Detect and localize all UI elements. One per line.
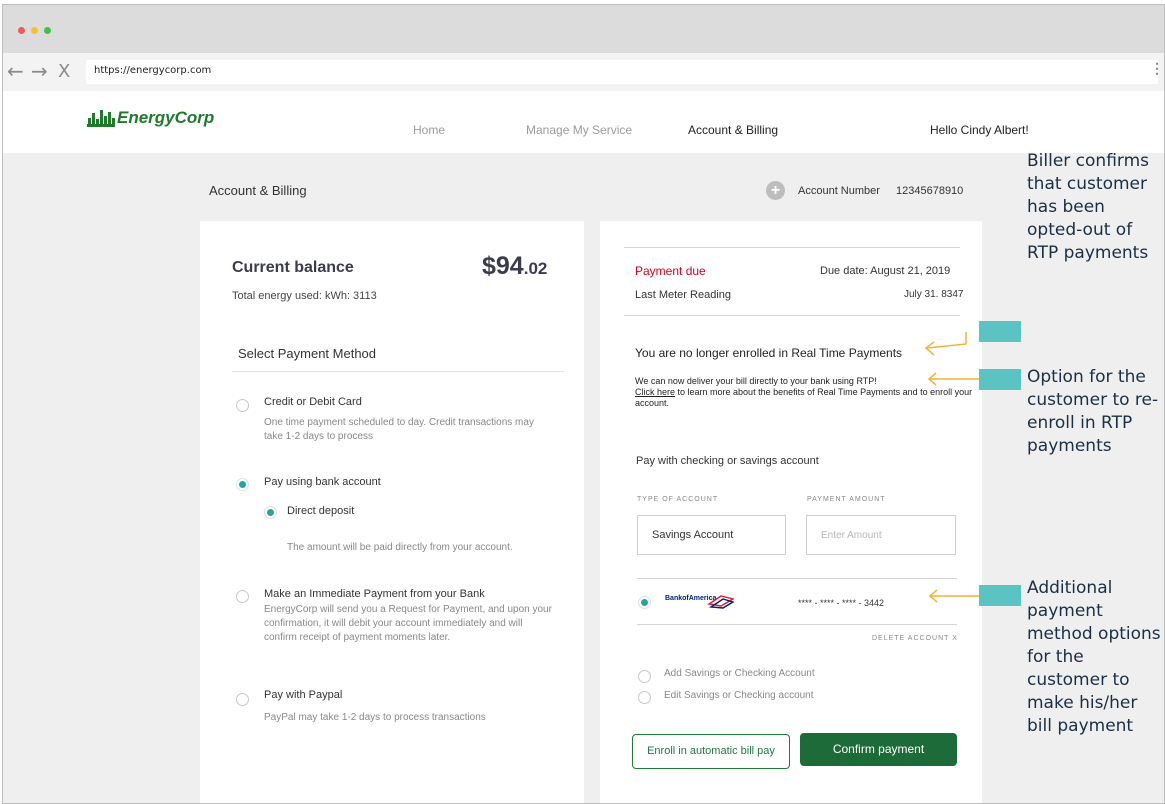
account-number-value: 12345678910 xyxy=(896,185,964,197)
callout-additional-options: Additional payment method options for th… xyxy=(1027,578,1161,736)
annotation-marker xyxy=(979,321,1021,342)
immediate-payment-desc: EnergyCorp will send you a Request for P… xyxy=(264,604,552,643)
rtp-message: We can now deliver your bill directly to… xyxy=(635,376,975,409)
due-date: Due date: August 21, 2019 xyxy=(820,265,951,277)
stop-loading-icon[interactable]: X xyxy=(58,62,70,82)
balance-amount: $94.02 xyxy=(482,252,547,281)
edit-account-radio[interactable] xyxy=(638,691,651,704)
balance-cents: .02 xyxy=(523,259,548,278)
browser-menu-icon[interactable]: ⋮ xyxy=(1150,61,1164,75)
annotation-marker xyxy=(979,369,1021,390)
last-meter-value: July 31. 8347 xyxy=(904,289,964,300)
masked-account-number: **** - **** - **** - 3442 xyxy=(798,598,885,608)
browser-titlebar xyxy=(3,5,1164,53)
select-payment-method-title: Select Payment Method xyxy=(238,346,377,361)
maximize-window-button[interactable] xyxy=(44,27,51,34)
bank-account-option-title: Pay using bank account xyxy=(264,476,381,488)
energy-used: Total energy used: kWh: 3113 xyxy=(232,290,377,302)
paypal-radio[interactable] xyxy=(236,693,249,706)
payment-amount-label: PAYMENT AMOUNT xyxy=(807,496,886,503)
delete-account-link[interactable]: DELETE ACCOUNT X xyxy=(872,635,958,642)
site-header: EnergyCorp Home Manage My Service Accoun… xyxy=(3,91,1164,153)
direct-deposit-desc: The amount will be paid directly from yo… xyxy=(287,542,513,553)
last-meter-label: Last Meter Reading xyxy=(635,289,731,301)
page-title: Account & Billing xyxy=(209,183,307,198)
add-account-radio[interactable] xyxy=(638,670,651,683)
edit-account-label: Edit Savings or Checking account xyxy=(664,690,814,701)
rtp-line-1: We can now deliver your bill directly to… xyxy=(635,376,877,386)
add-account-icon[interactable]: + xyxy=(766,181,785,200)
current-balance-title: Current balance xyxy=(232,259,354,276)
energycorp-logo[interactable]: EnergyCorp xyxy=(87,109,214,127)
immediate-payment-radio[interactable] xyxy=(236,590,249,603)
rtp-status-title: You are no longer enrolled in Real Time … xyxy=(635,346,903,360)
browser-window: ← → X https://energycorp.com ⋮ EnergyCor… xyxy=(2,4,1165,804)
close-window-button[interactable] xyxy=(18,27,25,34)
logo-text: EnergyCorp xyxy=(117,108,215,127)
payment-amount-input[interactable]: Enter Amount xyxy=(806,515,956,555)
annotation-marker xyxy=(979,585,1021,606)
confirm-payment-button[interactable]: Confirm payment xyxy=(800,733,957,766)
callout-opted-out: Biller confirms that customer has been o… xyxy=(1027,151,1150,263)
user-greeting[interactable]: Hello Cindy Albert! xyxy=(930,123,1029,137)
pay-with-account-title: Pay with checking or savings account xyxy=(636,455,819,467)
payment-card: Payment due Due date: August 21, 2019 La… xyxy=(600,221,982,803)
account-type-value: Savings Account xyxy=(652,529,734,541)
city-skyline-icon xyxy=(87,110,115,127)
bank-account-radio[interactable] xyxy=(236,478,249,491)
payment-amount-placeholder: Enter Amount xyxy=(821,530,882,541)
account-type-select[interactable]: Savings Account xyxy=(637,515,786,555)
payment-due-label: Payment due xyxy=(635,264,706,278)
divider xyxy=(232,371,564,372)
bank-flag-icon xyxy=(707,595,734,609)
paypal-title: Pay with Paypal xyxy=(264,689,343,701)
enroll-autopay-button[interactable]: Enroll in automatic bill pay xyxy=(632,734,790,769)
credit-card-option-title: Credit or Debit Card xyxy=(264,396,362,408)
immediate-payment-title: Make an Immediate Payment from your Bank xyxy=(264,588,485,600)
balance-card: Current balance $94.02 Total energy used… xyxy=(200,221,584,803)
direct-deposit-title: Direct deposit xyxy=(287,505,355,517)
credit-card-radio[interactable] xyxy=(236,399,249,412)
nav-account-billing[interactable]: Account & Billing xyxy=(688,123,778,137)
browser-toolbar: ← → X https://energycorp.com ⋮ xyxy=(3,53,1164,91)
rtp-line-2: to learn more about the benefits of Real… xyxy=(635,387,973,408)
balance-dollars: $94 xyxy=(482,252,524,280)
back-arrow-icon[interactable]: ← xyxy=(7,61,24,81)
callout-reenroll: Option for the customer to re-enroll in … xyxy=(1027,367,1159,456)
account-number-label: Account Number xyxy=(798,185,880,197)
direct-deposit-radio[interactable] xyxy=(264,506,277,519)
page-body: Account & Billing + Account Number 12345… xyxy=(3,153,1164,803)
paypal-desc: PayPal may take 1-2 days to process tran… xyxy=(264,712,486,723)
divider xyxy=(624,315,960,316)
rtp-learn-more-link[interactable]: Click here xyxy=(635,387,675,397)
address-bar[interactable]: https://energycorp.com xyxy=(86,60,1158,84)
divider xyxy=(624,247,960,248)
add-account-label: Add Savings or Checking Account xyxy=(664,668,815,679)
minimize-window-button[interactable] xyxy=(31,27,38,34)
bank-of-america-radio[interactable] xyxy=(638,596,651,609)
divider xyxy=(637,578,957,579)
nav-manage-my-service[interactable]: Manage My Service xyxy=(526,123,632,137)
divider xyxy=(637,624,957,625)
forward-arrow-icon[interactable]: → xyxy=(31,61,48,81)
url-text: https://energycorp.com xyxy=(94,65,212,76)
nav-home[interactable]: Home xyxy=(413,123,445,137)
account-type-label: TYPE OF ACCOUNT xyxy=(637,496,719,503)
credit-card-option-desc: One time payment scheduled to day. Credi… xyxy=(264,417,534,442)
